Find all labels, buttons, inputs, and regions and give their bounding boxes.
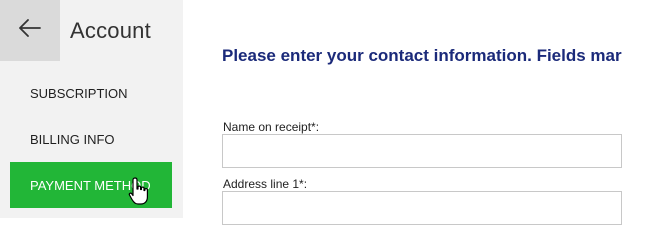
- sidebar-item-label: SUBSCRIPTION: [30, 85, 128, 101]
- address-line-1-input[interactable]: [222, 191, 622, 225]
- form-heading: Please enter your contact information. F…: [222, 46, 622, 65]
- sidebar-item-billing-info[interactable]: BILLING INFO: [10, 116, 172, 162]
- arrow-left-icon: [19, 19, 41, 42]
- sidebar: Account SUBSCRIPTION BILLING INFO PAYMEN…: [0, 0, 183, 218]
- hand-cursor-icon: [128, 176, 150, 211]
- sidebar-item-subscription[interactable]: SUBSCRIPTION: [10, 70, 172, 116]
- back-button[interactable]: [0, 0, 60, 61]
- sidebar-item-label: BILLING INFO: [30, 131, 115, 147]
- name-on-receipt-label: Name on receipt*:: [223, 120, 320, 134]
- page-title: Account: [70, 18, 151, 43]
- address-line-1-label: Address line 1*:: [223, 177, 308, 191]
- name-on-receipt-input[interactable]: [222, 134, 622, 168]
